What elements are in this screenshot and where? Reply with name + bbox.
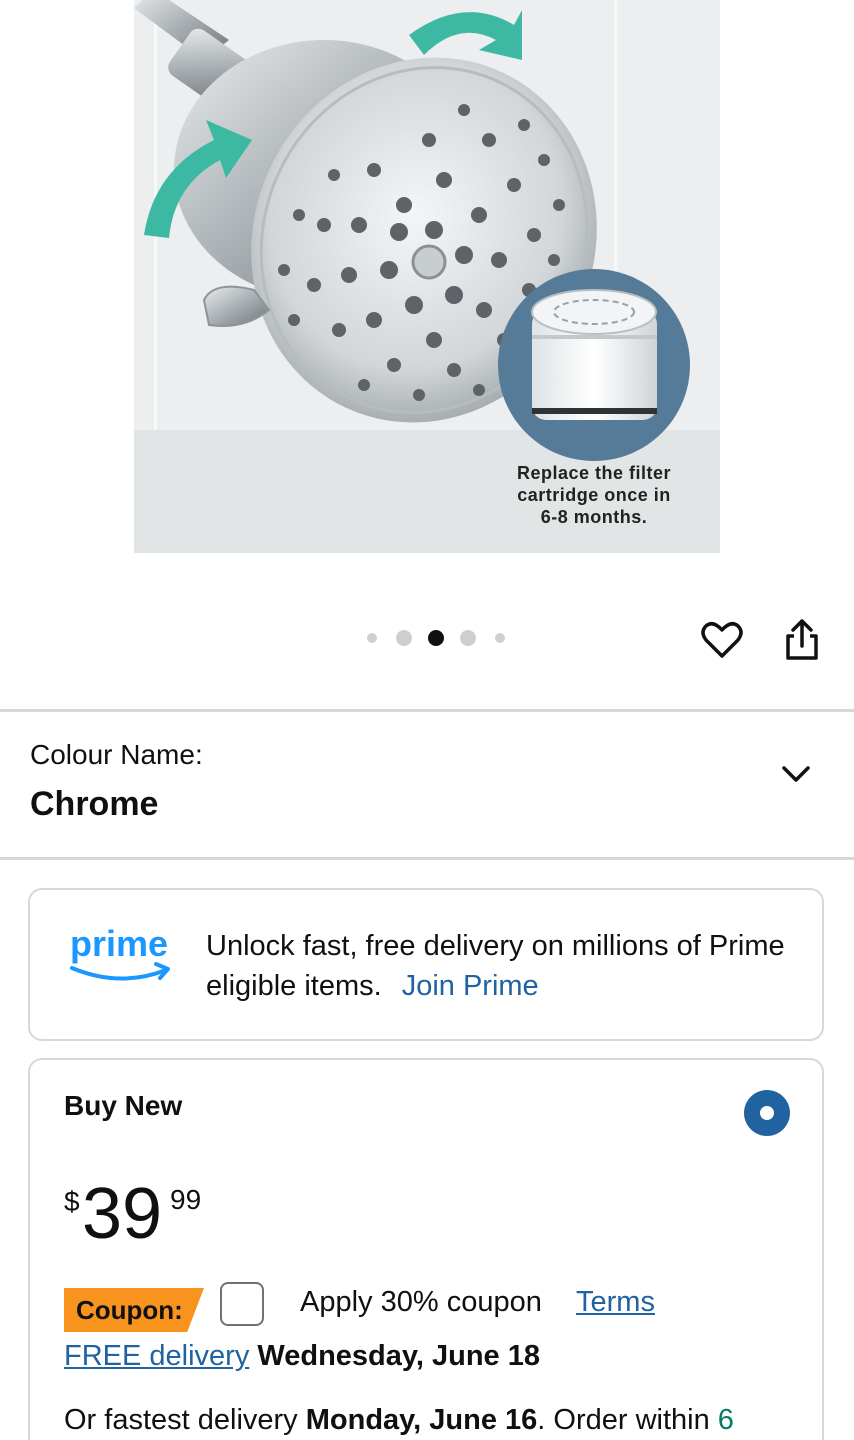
product-page: Replace the filter cartridge once in 6-8… — [0, 0, 854, 1440]
price-symbol: $ — [64, 1186, 80, 1217]
coupon-badge: Coupon: — [64, 1288, 204, 1332]
fastest-suffix: . Order within — [537, 1404, 710, 1436]
fastest-date: Monday, June 16 — [305, 1404, 538, 1436]
carousel-dot[interactable] — [460, 630, 476, 646]
carousel-dot-active[interactable] — [428, 630, 444, 646]
coupon-text: Apply 30% coupon — [300, 1286, 542, 1318]
buy-new-card[interactable]: Buy New $ 39 99 Coupon: Apply 30% coupon… — [28, 1058, 824, 1440]
share-button[interactable] — [780, 618, 824, 662]
share-icon — [786, 619, 818, 660]
image-carousel-dots[interactable] — [356, 628, 516, 648]
price-whole: 39 — [82, 1174, 163, 1254]
buy-new-radio[interactable] — [744, 1090, 790, 1136]
order-countdown: 6 — [717, 1404, 734, 1436]
delivery-date: Wednesday, June 18 — [257, 1340, 540, 1372]
free-delivery-link[interactable]: FREE delivery — [64, 1340, 249, 1372]
coupon-checkbox[interactable] — [220, 1282, 264, 1326]
prime-upsell-card: prime Unlock fast, free delivery on mill… — [28, 888, 824, 1041]
section-divider — [0, 709, 854, 712]
section-divider — [0, 857, 854, 860]
carousel-dot[interactable] — [367, 633, 377, 643]
colour-selector[interactable]: Colour Name: Chrome — [0, 713, 854, 859]
colour-label: Colour Name: — [30, 739, 203, 770]
fastest-delivery-info: Or fastest delivery Monday, June 16. Ord… — [64, 1404, 734, 1437]
heart-icon — [701, 622, 743, 658]
carousel-dot[interactable] — [495, 633, 505, 643]
prime-message-block: Unlock fast, free delivery on millions o… — [206, 926, 806, 1006]
filter-caption-line: cartridge once in — [517, 485, 671, 505]
filter-caption: Replace the filter cartridge once in 6-8… — [494, 462, 694, 528]
chevron-down-icon — [782, 766, 810, 782]
coupon-row: Coupon: Apply 30% coupon Terms — [64, 1282, 804, 1332]
carousel-dot[interactable] — [396, 630, 412, 646]
product-image[interactable]: Replace the filter cartridge once in 6-8… — [134, 0, 720, 553]
delivery-info: FREE delivery Wednesday, June 18 — [64, 1340, 540, 1373]
join-prime-link[interactable]: Join Prime — [402, 970, 539, 1002]
prime-logo: prime — [70, 923, 170, 981]
price-fraction: 99 — [170, 1184, 202, 1215]
filter-caption-line: Replace the filter — [516, 463, 672, 483]
colour-value: Chrome — [30, 785, 159, 823]
coupon-terms-link[interactable]: Terms — [576, 1286, 655, 1319]
buy-new-title: Buy New — [64, 1090, 183, 1121]
filter-caption-line: 6-8 months. — [540, 507, 648, 527]
favorite-button[interactable] — [700, 618, 744, 662]
prime-logo-text: prime — [70, 923, 168, 964]
fastest-prefix: Or fastest delivery — [64, 1404, 298, 1436]
